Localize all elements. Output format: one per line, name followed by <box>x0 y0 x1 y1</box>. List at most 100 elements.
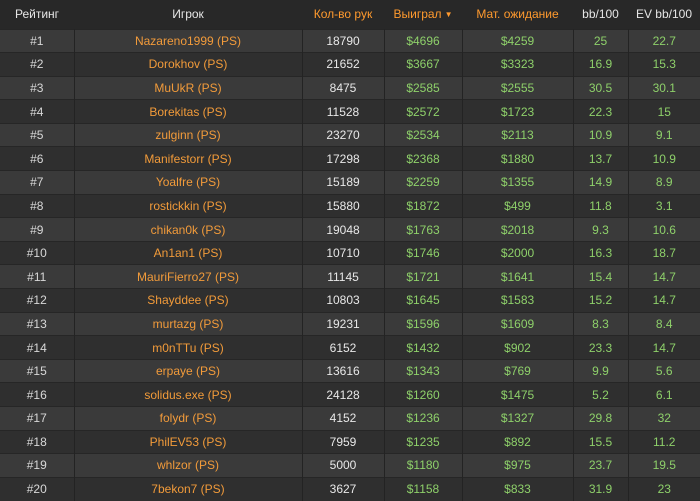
player-link[interactable]: chikan0k (PS) <box>74 217 303 242</box>
header-row: Рейтинг Игрок Кол-во рук Выиграл ▼ Мат. о… <box>0 0 700 29</box>
table-row: #15 erpaye (PS) 13616 $1343 $769 9.9 5.6 <box>0 358 700 383</box>
sort-desc-icon: ▼ <box>444 10 453 20</box>
player-link[interactable]: 7bekon7 (PS) <box>74 476 303 501</box>
evbb100-cell: 15.3 <box>628 52 700 77</box>
evbb100-cell: 19.5 <box>628 453 700 478</box>
bb100-cell: 14.9 <box>573 170 629 195</box>
table-row: #8 rostickkin (PS) 15880 $1872 $499 11.8 3.1 <box>0 193 700 218</box>
bb100-cell: 5.2 <box>573 382 629 407</box>
ev-cell: $2018 <box>462 217 574 242</box>
evbb100-cell: 14.7 <box>628 288 700 313</box>
ev-cell: $975 <box>462 453 574 478</box>
hands-cell: 5000 <box>302 453 385 478</box>
column-header-evbb100[interactable]: EV bb/100 <box>628 0 700 29</box>
won-cell: $1721 <box>384 264 463 289</box>
bb100-cell: 30.5 <box>573 75 629 100</box>
hands-cell: 15880 <box>302 193 385 218</box>
player-link[interactable]: Manifestorr (PS) <box>74 146 303 171</box>
player-link[interactable]: rostickkin (PS) <box>74 193 303 218</box>
won-cell: $1872 <box>384 193 463 218</box>
player-link[interactable]: folydr (PS) <box>74 406 303 431</box>
evbb100-cell: 3.1 <box>628 193 700 218</box>
player-link[interactable]: Nazareno1999 (PS) <box>74 28 303 53</box>
ev-cell: $769 <box>462 358 574 383</box>
table-row: #12 Shayddee (PS) 10803 $1645 $1583 15.2 14.7 <box>0 288 700 313</box>
table-row: #11 MauriFierro27 (PS) 11145 $1721 $1641 15.4… <box>0 264 700 289</box>
player-link[interactable]: whlzor (PS) <box>74 453 303 478</box>
rank-cell: #4 <box>0 99 75 124</box>
hands-cell: 19231 <box>302 311 385 336</box>
player-link[interactable]: MauriFierro27 (PS) <box>74 264 303 289</box>
player-link[interactable]: solidus.exe (PS) <box>74 382 303 407</box>
leaderboard-table: Рейтинг Игрок Кол-во рук Выиграл ▼ Мат. о… <box>0 0 700 501</box>
won-cell: $1645 <box>384 288 463 313</box>
rank-cell: #9 <box>0 217 75 242</box>
column-header-won-label: Выиграл <box>393 7 442 22</box>
hands-cell: 3627 <box>302 476 385 501</box>
hands-cell: 17298 <box>302 146 385 171</box>
evbb100-cell: 14.7 <box>628 335 700 360</box>
table-row: #2 Dorokhov (PS) 21652 $3667 $3323 16.9 15.3 <box>0 52 700 77</box>
evbb100-cell: 22.7 <box>628 28 700 53</box>
player-link[interactable]: erpaye (PS) <box>74 358 303 383</box>
evbb100-cell: 8.9 <box>628 170 700 195</box>
evbb100-cell: 8.4 <box>628 311 700 336</box>
ev-cell: $1327 <box>462 406 574 431</box>
hands-cell: 13616 <box>302 358 385 383</box>
bb100-cell: 23.7 <box>573 453 629 478</box>
rank-cell: #2 <box>0 52 75 77</box>
rank-cell: #15 <box>0 358 75 383</box>
ev-cell: $833 <box>462 476 574 501</box>
column-header-bb100[interactable]: bb/100 <box>573 0 628 29</box>
won-cell: $3667 <box>384 52 463 77</box>
player-link[interactable]: Shayddee (PS) <box>74 288 303 313</box>
hands-cell: 21652 <box>302 52 385 77</box>
table-row: #10 An1an1 (PS) 10710 $1746 $2000 16.3 18.7 <box>0 240 700 265</box>
bb100-cell: 10.9 <box>573 122 629 147</box>
rank-cell: #10 <box>0 240 75 265</box>
table-row: #5 zulginn (PS) 23270 $2534 $2113 10.9 9.1 <box>0 122 700 147</box>
player-link[interactable]: MuUkR (PS) <box>74 75 303 100</box>
player-link[interactable]: An1an1 (PS) <box>74 240 303 265</box>
bb100-cell: 15.5 <box>573 429 629 454</box>
player-link[interactable]: m0nTTu (PS) <box>74 335 303 360</box>
hands-cell: 24128 <box>302 382 385 407</box>
table-header: Рейтинг Игрок Кол-во рук Выиграл ▼ Мат. о… <box>0 0 700 29</box>
won-cell: $4696 <box>384 28 463 53</box>
table-row: #19 whlzor (PS) 5000 $1180 $975 23.7 19.5 <box>0 453 700 478</box>
bb100-cell: 13.7 <box>573 146 629 171</box>
rank-cell: #19 <box>0 453 75 478</box>
hands-cell: 18790 <box>302 28 385 53</box>
player-link[interactable]: murtazg (PS) <box>74 311 303 336</box>
column-header-ev[interactable]: Мат. ожидание <box>462 0 573 29</box>
won-cell: $1432 <box>384 335 463 360</box>
won-cell: $1763 <box>384 217 463 242</box>
player-link[interactable]: Dorokhov (PS) <box>74 52 303 77</box>
rank-cell: #13 <box>0 311 75 336</box>
bb100-cell: 16.3 <box>573 240 629 265</box>
won-cell: $2572 <box>384 99 463 124</box>
ev-cell: $1475 <box>462 382 574 407</box>
column-header-player[interactable]: Игрок <box>74 0 302 29</box>
evbb100-cell: 9.1 <box>628 122 700 147</box>
table-row: #18 PhilEV53 (PS) 7959 $1235 $892 15.5 11.2 <box>0 429 700 454</box>
player-link[interactable]: Yoalfre (PS) <box>74 170 303 195</box>
column-header-rank[interactable]: Рейтинг <box>0 0 74 29</box>
rank-cell: #8 <box>0 193 75 218</box>
ev-cell: $1609 <box>462 311 574 336</box>
bb100-cell: 31.9 <box>573 476 629 501</box>
table-row: #3 MuUkR (PS) 8475 $2585 $2555 30.5 30.1 <box>0 75 700 100</box>
ev-cell: $2113 <box>462 122 574 147</box>
evbb100-cell: 11.2 <box>628 429 700 454</box>
column-header-hands[interactable]: Кол-во рук <box>302 0 384 29</box>
table-body: #1 Nazareno1999 (PS) 18790 $4696 $4259 25 22.7… <box>0 28 700 501</box>
player-link[interactable]: zulginn (PS) <box>74 122 303 147</box>
won-cell: $1180 <box>384 453 463 478</box>
table-row: #7 Yoalfre (PS) 15189 $2259 $1355 14.9 8.9 <box>0 170 700 195</box>
player-link[interactable]: PhilEV53 (PS) <box>74 429 303 454</box>
rank-cell: #3 <box>0 75 75 100</box>
table-row: #16 solidus.exe (PS) 24128 $1260 $1475 5.2 6.1 <box>0 382 700 407</box>
column-header-won[interactable]: Выиграл ▼ <box>384 0 462 29</box>
player-link[interactable]: Borekitas (PS) <box>74 99 303 124</box>
bb100-cell: 22.3 <box>573 99 629 124</box>
